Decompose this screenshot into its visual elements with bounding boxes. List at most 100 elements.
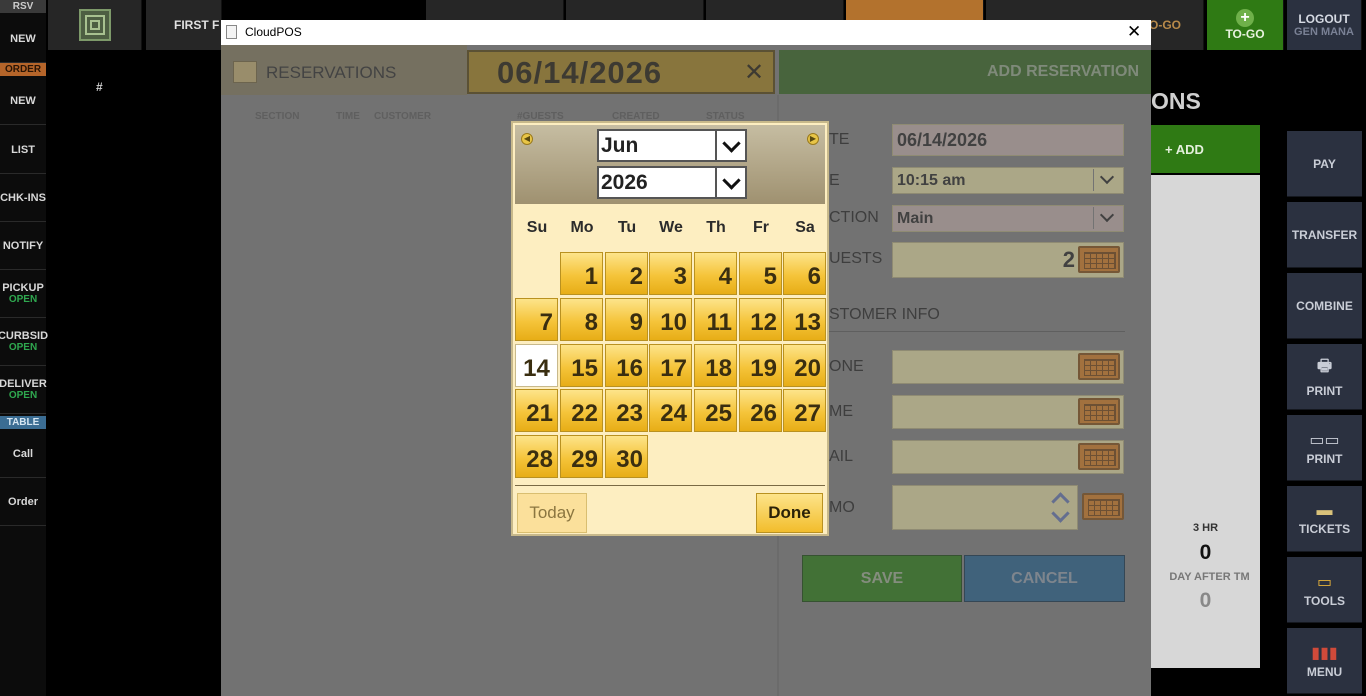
month-select[interactable]: Jun [597, 129, 747, 162]
calendar-day[interactable]: 20 [783, 344, 826, 387]
order-button[interactable]: Order [0, 478, 46, 526]
logout-button[interactable]: LOGOUT GEN MANA [1287, 0, 1362, 50]
label: Today [529, 503, 575, 522]
kitchen-printer-icon: ▭▭ [1309, 431, 1340, 449]
label: TICKETS [1298, 521, 1351, 536]
weekday-label: Sa [795, 219, 815, 236]
kitchen-print-button[interactable]: ▭▭ PRINT [1287, 415, 1362, 481]
label: DELIVER [0, 378, 47, 390]
calendar-day[interactable]: 1 [560, 252, 603, 295]
menu-chart-icon: ▮▮▮ [1311, 644, 1338, 662]
calendar-day[interactable]: 13 [783, 298, 826, 341]
calendar-popup: ◀ ▶ Jun 2026 Su Mo Tu We Th Fr Sa 1 2 3 4 5 6 7 8 9 10 1… [511, 121, 829, 536]
logo-icon [78, 9, 111, 41]
status: OPEN [8, 390, 38, 401]
togo-button[interactable]: + TO-GO [1207, 0, 1284, 50]
calendar-day[interactable]: 3 [649, 252, 692, 295]
calendar-day[interactable]: 15 [560, 344, 603, 387]
today-button[interactable]: Today [517, 493, 587, 533]
notify-button[interactable]: NOTIFY [0, 222, 46, 270]
first-floor-tab[interactable]: FIRST F [146, 0, 222, 50]
label: FIRST F [174, 18, 220, 32]
prev-month-icon[interactable]: ◀ [521, 133, 533, 145]
calendar-day[interactable]: 21 [515, 389, 558, 432]
new-order-button[interactable]: NEW [0, 77, 46, 125]
curbside-button[interactable]: CURBSID OPEN [0, 318, 49, 366]
year-select[interactable]: 2026 [597, 166, 747, 199]
label: CURBSID [0, 330, 49, 342]
calendar-day[interactable]: 4 [694, 252, 737, 295]
calendar-day-selected[interactable]: 14 [515, 344, 558, 387]
calendar-day[interactable]: 24 [649, 389, 692, 432]
label: MENU [1306, 664, 1343, 679]
call-button[interactable]: Call [0, 430, 46, 478]
calendar-day[interactable]: 10 [649, 298, 692, 341]
done-button[interactable]: Done [756, 493, 823, 533]
menu-button[interactable]: ▮▮▮ MENU [1287, 628, 1362, 694]
calendar-day[interactable]: 19 [739, 344, 782, 387]
print-button[interactable]: 🖶 PRINT [1287, 344, 1362, 410]
calendar-day[interactable]: 27 [783, 389, 826, 432]
calendar-day[interactable]: 2 [605, 252, 648, 295]
calendar-day[interactable]: 12 [739, 298, 782, 341]
calendar-day[interactable]: 30 [605, 435, 648, 478]
weekday-label: Mo [570, 219, 594, 236]
check-ins-button[interactable]: CHK-INS [0, 174, 46, 222]
list-button[interactable]: LIST [0, 126, 46, 174]
calendar-day[interactable]: 17 [649, 344, 692, 387]
calendar-header: ◀ ▶ Jun 2026 [515, 125, 825, 204]
label: LIST [11, 143, 35, 156]
calendar-day[interactable]: 9 [605, 298, 648, 341]
rsv-header: RSV [0, 0, 46, 13]
left-sidebar: RSV NEW ORDER NEW LIST CHK-INS NOTIFY PI… [0, 0, 49, 696]
tools-icon: ▭ [1316, 573, 1333, 591]
calendar-day[interactable]: 26 [739, 389, 782, 432]
label: NEW [10, 32, 36, 45]
close-icon[interactable]: ✕ [1127, 22, 1141, 42]
stat-label: DAY AFTER TM [1169, 571, 1250, 583]
logo-button[interactable] [48, 0, 142, 50]
divider [515, 485, 825, 486]
calendar-day[interactable]: 11 [694, 298, 737, 341]
printer-icon: 🖶 [1316, 358, 1333, 375]
calendar-day[interactable]: 7 [515, 298, 558, 341]
delivery-button[interactable]: DELIVER OPEN [0, 366, 47, 414]
next-month-icon[interactable]: ▶ [807, 133, 819, 145]
pay-button[interactable]: PAY [1287, 131, 1362, 197]
label: Order [8, 495, 38, 508]
plus-icon: + [1236, 9, 1254, 27]
order-header: ORDER [0, 63, 46, 76]
new-reservation-button[interactable]: NEW [0, 15, 46, 63]
chevron-down-icon[interactable] [715, 168, 745, 197]
calendar-day[interactable]: 28 [515, 435, 558, 478]
month-value: Jun [601, 134, 639, 157]
calendar-day[interactable]: 22 [560, 389, 603, 432]
calendar-day[interactable]: 16 [605, 344, 648, 387]
label: PICKUP [2, 282, 44, 294]
weekday-label: Tu [617, 219, 637, 236]
combine-button[interactable]: COMBINE [1287, 273, 1362, 339]
add-button[interactable]: + ADD [1151, 125, 1260, 173]
calendar-day[interactable]: 25 [694, 389, 737, 432]
app-icon [226, 25, 237, 39]
calendar-day[interactable]: 29 [560, 435, 603, 478]
weekday-label: We [659, 219, 683, 236]
calendar-day[interactable]: 5 [739, 252, 782, 295]
hash-label: # [96, 80, 103, 94]
label: + ADD [1165, 141, 1204, 157]
tools-button[interactable]: ▭ TOOLS [1287, 557, 1362, 623]
transfer-button[interactable]: TRANSFER [1287, 202, 1362, 268]
table-header: TABLE [0, 416, 46, 429]
pickup-button[interactable]: PICKUP OPEN [0, 270, 46, 318]
label: PAY [1313, 156, 1336, 171]
calendar-day[interactable]: 8 [560, 298, 603, 341]
calendar-day[interactable]: 18 [694, 344, 737, 387]
calendar-day[interactable]: 23 [605, 389, 648, 432]
calendar-day[interactable]: 6 [783, 252, 826, 295]
label: NEW [10, 94, 36, 107]
page-heading: ONS [1151, 88, 1201, 114]
tickets-button[interactable]: ▬ TICKETS [1287, 486, 1362, 552]
logout-label: LOGOUT [1298, 12, 1350, 26]
status: OPEN [8, 294, 38, 305]
chevron-down-icon[interactable] [715, 131, 745, 160]
